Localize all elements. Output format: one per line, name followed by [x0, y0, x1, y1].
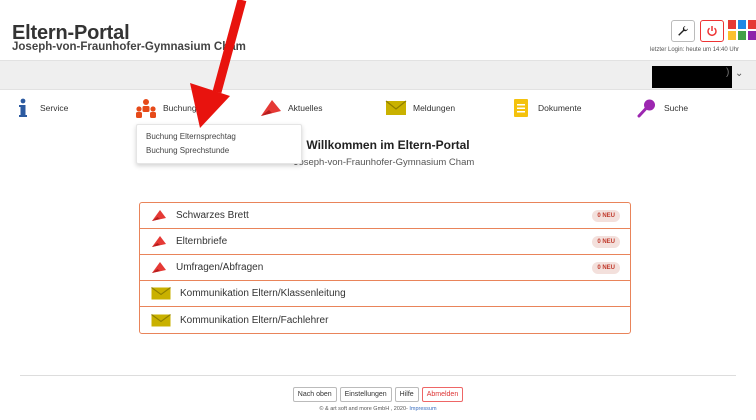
- megaphone-icon: [150, 261, 168, 275]
- apps-grid-square: [728, 20, 736, 29]
- apps-grid-square: [738, 20, 746, 29]
- nav-item-label: Meldungen: [413, 103, 456, 113]
- new-count-badge: 0 NEU: [592, 236, 620, 248]
- settings-link-button[interactable]: Einstellungen: [339, 387, 392, 402]
- dropdown-item-sprechstunde[interactable]: Buchung Sprechstunde: [146, 144, 292, 158]
- back-to-top-button[interactable]: Nach oben: [292, 387, 337, 402]
- menu-item-elternbriefe[interactable]: Elternbriefe 0 NEU: [140, 229, 630, 255]
- new-count-badge: 0 NEU: [592, 210, 620, 222]
- nav-item-label: Aktuelles: [288, 103, 323, 113]
- search-icon: [636, 97, 658, 119]
- power-icon: [707, 26, 717, 37]
- copyright-text: © & art soft and more GmbH , 2020-: [319, 406, 408, 412]
- apps-grid-square: [748, 20, 756, 29]
- megaphone-icon: [260, 97, 282, 119]
- chevron-down-icon[interactable]: ⌄: [735, 68, 743, 79]
- apps-grid-icon[interactable]: [728, 20, 756, 42]
- footer-divider: [20, 375, 736, 376]
- main-nav: Service Buchung Aktuelles Meldungen Doku…: [0, 94, 756, 122]
- menu-item-schwarzes-brett[interactable]: Schwarzes Brett 0 NEU: [140, 203, 630, 229]
- menu-item-label: Kommunikation Eltern/Klassenleitung: [180, 288, 346, 299]
- megaphone-icon: [150, 209, 168, 223]
- buchung-dropdown-menu: Buchung Elternsprechtag Buchung Sprechst…: [136, 124, 302, 164]
- new-count-badge: 0 NEU: [592, 262, 620, 274]
- nav-item-label: Dokumente: [538, 103, 582, 113]
- nav-item-dokumente[interactable]: Dokumente: [510, 94, 581, 122]
- school-name: Joseph-von-Fraunhofer-Gymnasium Cham: [12, 41, 246, 53]
- apps-grid-square: [728, 31, 736, 40]
- nav-item-aktuelles[interactable]: Aktuelles: [260, 94, 323, 122]
- apps-grid-square: [738, 31, 746, 40]
- document-icon: [510, 97, 532, 119]
- people-icon: [135, 97, 157, 119]
- envelope-icon: [150, 287, 172, 301]
- menu-item-kommunikation-fachlehrer[interactable]: Kommunikation Eltern/Fachlehrer: [140, 307, 630, 333]
- nav-item-label: Service: [40, 103, 69, 113]
- impressum-link[interactable]: Impressum: [409, 406, 436, 412]
- apps-grid-square: [748, 31, 756, 40]
- nav-item-label: Buchung: [163, 103, 197, 113]
- portal-menu: Schwarzes Brett 0 NEU Elternbriefe 0 NEU…: [139, 202, 631, 334]
- logout-power-button[interactable]: [700, 20, 724, 42]
- wrench-icon: [678, 26, 688, 36]
- footer-buttons: Nach oben Einstellungen Hilfe Abmelden: [0, 387, 756, 402]
- welcome-heading: Willkommen im Eltern-Portal: [306, 138, 470, 152]
- info-icon: [12, 97, 34, 119]
- student-select[interactable]: [652, 66, 732, 88]
- megaphone-icon: [150, 235, 168, 249]
- menu-item-kommunikation-klassenleitung[interactable]: Kommunikation Eltern/Klassenleitung: [140, 281, 630, 307]
- copyright: © & art soft and more GmbH , 2020- Impre…: [0, 406, 756, 412]
- user-bar: ) ⌄: [0, 60, 756, 90]
- menu-item-label: Kommunikation Eltern/Fachlehrer: [180, 314, 329, 326]
- help-button[interactable]: Hilfe: [394, 387, 419, 402]
- nav-item-suche[interactable]: Suche: [636, 94, 688, 122]
- dropdown-item-elternsprechtag[interactable]: Buchung Elternsprechtag: [146, 130, 292, 144]
- menu-item-label: Schwarzes Brett: [176, 210, 249, 221]
- menu-item-label: Elternbriefe: [176, 236, 228, 247]
- logout-button[interactable]: Abmelden: [421, 387, 464, 402]
- menu-item-umfragen[interactable]: Umfragen/Abfragen 0 NEU: [140, 255, 630, 281]
- nav-item-label: Suche: [664, 103, 689, 113]
- nav-item-service[interactable]: Service: [12, 94, 68, 122]
- envelope-icon: [150, 313, 172, 327]
- envelope-icon: [385, 97, 407, 119]
- menu-item-label: Umfragen/Abfragen: [176, 262, 264, 273]
- nav-item-meldungen[interactable]: Meldungen: [385, 94, 455, 122]
- settings-button[interactable]: [671, 20, 695, 42]
- nav-item-buchung[interactable]: Buchung: [135, 94, 197, 122]
- last-login-text: letzter Login: heute um 14:40 Uhr: [650, 47, 740, 53]
- student-select-paren: ): [726, 67, 730, 78]
- welcome-subtitle: Joseph-von-Fraunhofer-Gymnasium Cham: [293, 157, 475, 168]
